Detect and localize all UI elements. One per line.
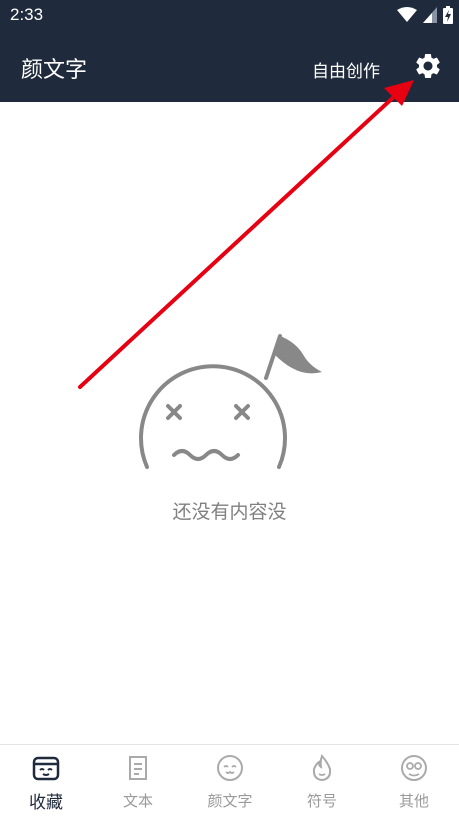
symbol-icon	[312, 754, 332, 782]
bottom-tab-bar: 收藏 文本 颜文字 符号 其他	[0, 744, 459, 817]
empty-state-illustration	[139, 334, 322, 469]
cellular-signal-icon	[423, 7, 437, 23]
kaomoji-icon	[217, 755, 243, 781]
battery-icon	[443, 6, 453, 24]
tab-kaomoji[interactable]: 颜文字	[184, 745, 276, 817]
wifi-icon	[397, 7, 417, 22]
tab-symbols[interactable]: 符号	[276, 745, 368, 817]
app-bar: 颜文字 自由创作	[0, 30, 459, 102]
tab-other[interactable]: 其他	[368, 745, 459, 817]
favorites-icon	[32, 756, 60, 781]
status-time: 2:33	[10, 5, 44, 24]
status-bar: 2:33	[0, 0, 459, 30]
free-create-button[interactable]: 自由创作	[312, 57, 380, 82]
gear-icon[interactable]	[413, 51, 443, 81]
text-icon	[129, 756, 147, 780]
tab-favorites[interactable]: 收藏	[0, 745, 92, 817]
tab-text[interactable]: 文本	[92, 745, 184, 817]
empty-state-message: 还没有内容没	[172, 501, 287, 523]
tab-kaomoji-label: 颜文字	[207, 792, 253, 810]
tab-other-label: 其他	[398, 792, 429, 810]
page-title: 颜文字	[21, 58, 88, 83]
tab-symbols-label: 符号	[306, 792, 337, 810]
status-icons	[397, 6, 453, 24]
tab-text-label: 文本	[122, 792, 153, 810]
tab-favorites-label: 收藏	[29, 793, 63, 813]
other-icon	[401, 755, 427, 781]
